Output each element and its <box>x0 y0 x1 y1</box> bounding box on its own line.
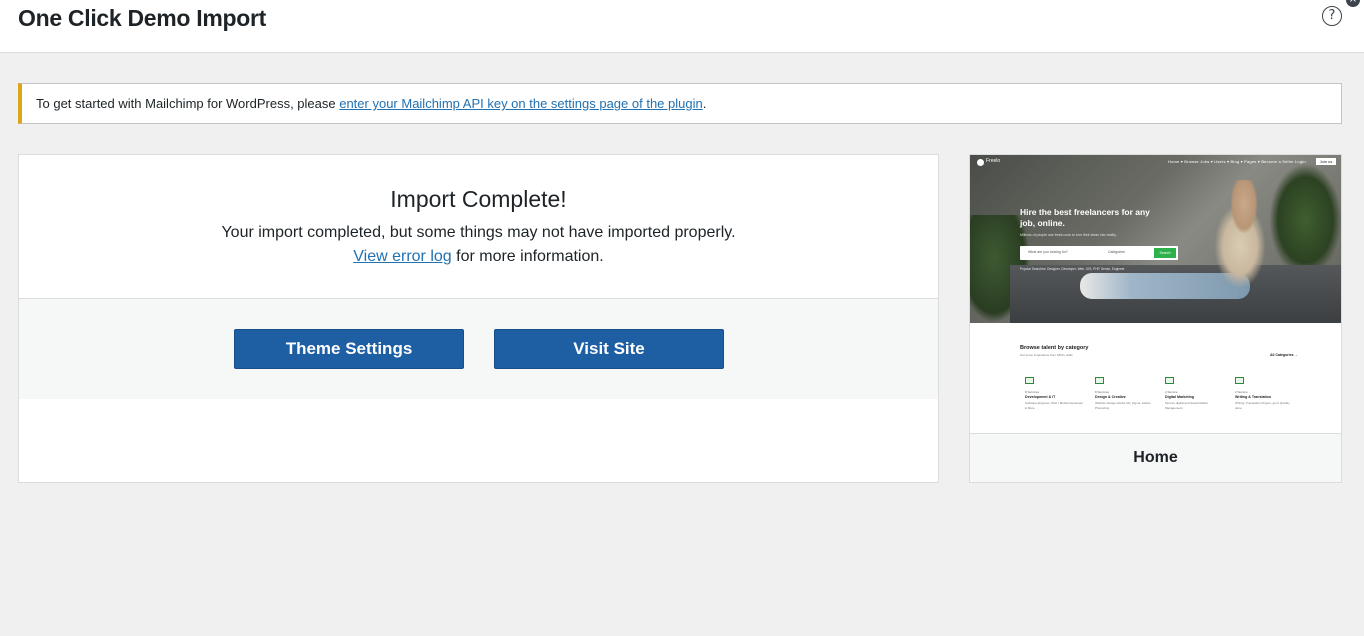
preview-search-placeholder: What are you looking for? <box>1028 250 1068 254</box>
category-title: Development & IT <box>1025 395 1056 399</box>
category-desc: Service digital and Social Media Managem… <box>1165 401 1208 410</box>
category-icon <box>1025 377 1034 384</box>
category-desc: Software Engineer, Web / Mobile Develope… <box>1025 401 1084 410</box>
mailchimp-notice: To get started with Mailchimp for WordPr… <box>18 83 1342 124</box>
notice-suffix: . <box>702 96 707 111</box>
preview-search-category: Categories <box>1108 250 1125 254</box>
category-title: Writing & Translation <box>1235 395 1272 399</box>
notice-settings-link[interactable]: enter your Mailchimp API key on the sett… <box>339 96 703 111</box>
close-icon[interactable]: × <box>1346 0 1360 7</box>
preview-all-categories: All Categories → <box>1270 353 1299 357</box>
error-log-info: View error log for more information. <box>19 248 938 266</box>
plant-image <box>1270 165 1341 275</box>
category-icon <box>1095 377 1104 384</box>
category-title: Digital Marketing <box>1165 395 1194 399</box>
preview-search-bar: What are you looking for? Categories Sea… <box>1020 246 1178 260</box>
page-title: One Click Demo Import <box>18 5 267 31</box>
preview-subheadline: Millions of people use freelo.com to tur… <box>1020 233 1117 237</box>
import-actions: Theme Settings Visit Site <box>19 298 938 399</box>
preview-category: 2 Service Writing & Translation Writing,… <box>1235 377 1295 410</box>
preview-hero-image: Freelo Home ▾ Browse Jobs ▾ Users ▾ Blog… <box>970 155 1341 323</box>
preview-category: 8 Services Development & IT Software Eng… <box>1025 377 1085 410</box>
demo-preview-name: Home <box>1133 449 1178 466</box>
preview-nav: Freelo Home ▾ Browse Jobs ▾ Users ▾ Blog… <box>970 155 1341 169</box>
preview-nav-items: Home ▾ Browse Jobs ▾ Users ▾ Blog ▾ Page… <box>1168 159 1306 164</box>
preview-brand: Freelo <box>986 158 1001 164</box>
category-icon <box>1165 377 1174 384</box>
preview-category: 2 Service Digital Marketing Service digi… <box>1165 377 1225 410</box>
import-complete-heading: Import Complete! <box>390 186 567 212</box>
error-log-suffix: for more information. <box>451 248 604 265</box>
category-count: 8 Services <box>1025 390 1040 394</box>
import-result-message: Import Complete! Your import completed, … <box>19 155 938 298</box>
preview-popular-searches: Popular Searches: Designer, Developer, W… <box>1020 267 1125 271</box>
category-count: 2 Service <box>1235 390 1248 394</box>
category-title: Design & Creative <box>1095 395 1126 399</box>
page-header: One Click Demo Import ? × <box>0 0 1364 53</box>
category-desc: Writing, Translation Project, get it Qui… <box>1235 401 1290 410</box>
demo-preview-card[interactable]: Freelo Home ▾ Browse Jobs ▾ Users ▾ Blog… <box>969 154 1342 483</box>
demo-preview-screenshot: Freelo Home ▾ Browse Jobs ▾ Users ▾ Blog… <box>970 155 1341 433</box>
category-icon <box>1235 377 1244 384</box>
preview-browse-subtitle: Get some Inspirations from 1800+ skills <box>1020 353 1073 357</box>
theme-settings-button[interactable]: Theme Settings <box>234 329 464 369</box>
person-image <box>1200 180 1280 300</box>
notice-text: To get started with Mailchimp for WordPr… <box>36 96 340 111</box>
preview-browse-title: Browse talent by category <box>1020 345 1089 351</box>
help-icon[interactable]: ? <box>1322 6 1342 26</box>
category-desc: Website Design Adobe XD, Figma, Adobe Ph… <box>1095 401 1151 410</box>
preview-logo-icon <box>977 159 984 166</box>
category-count: 8 Services <box>1095 390 1110 394</box>
import-status-message: Your import completed, but some things m… <box>221 224 736 241</box>
preview-category: 8 Services Design & Creative Website Des… <box>1095 377 1155 410</box>
preview-search-button: Search <box>1154 248 1176 258</box>
demo-preview-footer: Home <box>970 433 1341 482</box>
preview-headline: Hire the best freelancers for any job, o… <box>1020 207 1150 228</box>
category-count: 2 Service <box>1165 390 1178 394</box>
import-result-card: Import Complete! Your import completed, … <box>18 154 939 483</box>
view-error-log-link[interactable]: View error log <box>353 248 451 265</box>
preview-join-button: Join us <box>1316 158 1336 165</box>
visit-site-button[interactable]: Visit Site <box>494 329 724 369</box>
